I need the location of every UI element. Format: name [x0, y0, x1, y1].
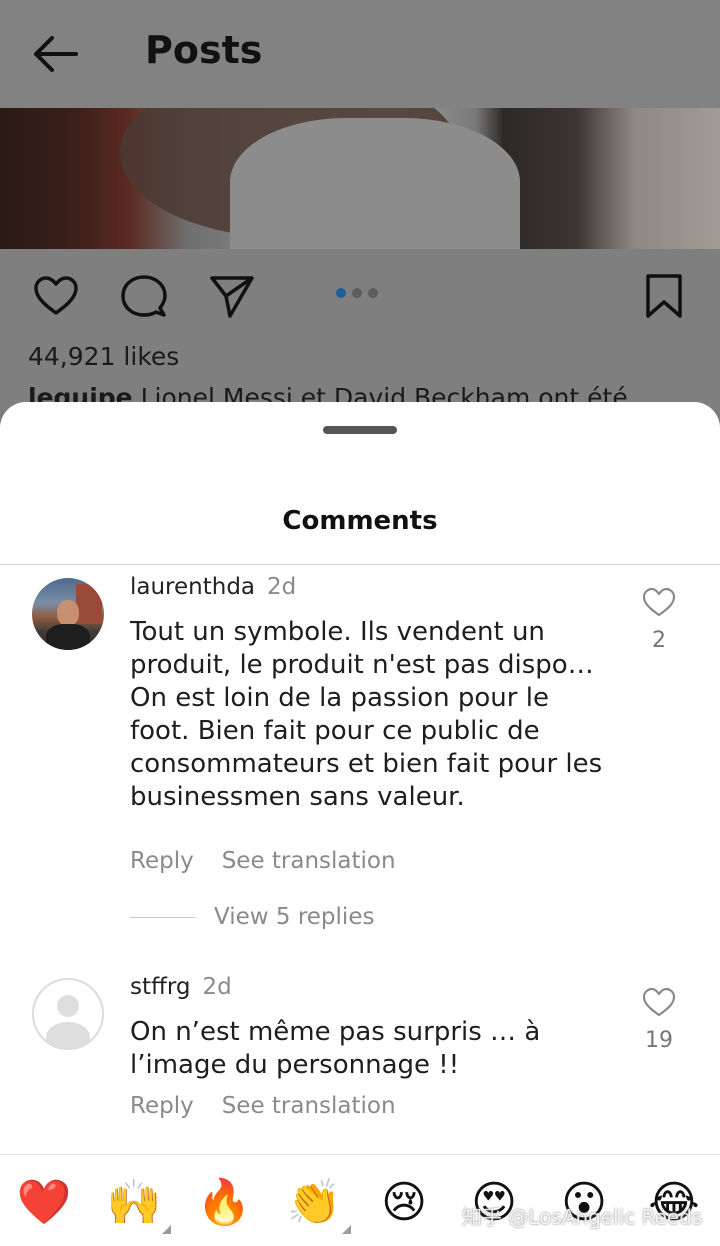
heart-icon[interactable] [32, 272, 80, 320]
emoji-reaction-bar: ❤️ 🙌 🔥 👏 😢 😍 😮 😂 知乎 @LosAngelic Reeds [0, 1154, 720, 1246]
carousel-dot [336, 288, 346, 298]
comment-line: businessmen sans valeur. [130, 782, 465, 812]
top-bar: Posts [0, 0, 720, 108]
comments-sheet: Comments laurenthda 2d Tout un symbole. I… [0, 402, 720, 1246]
carousel-dot [352, 288, 362, 298]
avatar[interactable] [32, 578, 104, 650]
image-subject-shirt [230, 118, 520, 249]
carousel-indicator [336, 288, 378, 298]
comment-line: produit, le produit n'est pas dispo… [130, 650, 594, 680]
watermark: 知乎 @LosAngelic Reeds [462, 1205, 703, 1229]
comment-actions: Reply See translation [130, 1093, 396, 1119]
heart-icon[interactable] [642, 586, 676, 618]
comment-line: consommateurs et bien fait pour les [130, 749, 603, 779]
red-heart-emoji-icon[interactable]: ❤️ [16, 1175, 72, 1231]
comment-line: On n’est même pas surpris … à [130, 1017, 541, 1047]
arrow-left-icon[interactable] [28, 30, 84, 78]
comment-text: Tout un symbole. Ils vendent un produit,… [130, 616, 610, 814]
skin-tone-indicator-icon [162, 1225, 171, 1234]
avatar[interactable] [32, 978, 104, 1050]
see-translation-button[interactable]: See translation [222, 1093, 396, 1119]
comment-text: On n’est même pas surpris … à l’image du… [130, 1016, 610, 1082]
comment-like-count: 19 [645, 1028, 673, 1053]
clapping-hands-emoji-icon[interactable]: 👏 [286, 1175, 342, 1231]
drag-handle[interactable] [323, 426, 397, 434]
replies-divider [130, 917, 196, 918]
comment-username[interactable]: laurenthda [130, 574, 255, 600]
share-icon[interactable] [208, 272, 256, 320]
comment-header: laurenthda 2d [130, 574, 296, 600]
reply-button[interactable]: Reply [130, 1093, 194, 1119]
crying-face-emoji-icon[interactable]: 😢 [376, 1175, 432, 1231]
comment-line: Tout un symbole. Ils vendent un [130, 617, 545, 647]
comment-username[interactable]: stffrg [130, 974, 191, 1000]
avatar-background [76, 584, 102, 624]
fire-emoji-icon[interactable]: 🔥 [196, 1175, 252, 1231]
page-title: Posts [145, 28, 263, 72]
carousel-dot [368, 288, 378, 298]
bookmark-icon[interactable] [640, 272, 688, 320]
see-translation-button[interactable]: See translation [222, 848, 396, 874]
avatar-body [46, 1022, 90, 1048]
comment-actions: Reply See translation [130, 848, 396, 874]
comment-like-count: 2 [652, 628, 666, 653]
avatar-body [46, 624, 90, 650]
post-image[interactable] [0, 108, 720, 249]
view-replies-button[interactable]: View 5 replies [214, 904, 374, 930]
likes-count[interactable]: 44,921 likes [28, 342, 179, 371]
comment-time: 2d [202, 974, 232, 1000]
skin-tone-indicator-icon [342, 1225, 351, 1234]
raising-hands-emoji-icon[interactable]: 🙌 [106, 1175, 162, 1231]
comment-header: stffrg 2d [130, 974, 232, 1000]
reply-button[interactable]: Reply [130, 848, 194, 874]
comment-icon[interactable] [120, 272, 168, 320]
comment-line: l’image du personnage !! [130, 1050, 460, 1080]
comment-line: foot. Bien fait pour ce public de [130, 716, 540, 746]
avatar-head [57, 600, 79, 626]
avatar-head [57, 995, 79, 1017]
comment-line: On est loin de la passion pour le [130, 683, 549, 713]
divider [0, 564, 720, 565]
comment-time: 2d [267, 574, 297, 600]
heart-icon[interactable] [642, 986, 676, 1018]
sheet-title: Comments [282, 506, 438, 536]
